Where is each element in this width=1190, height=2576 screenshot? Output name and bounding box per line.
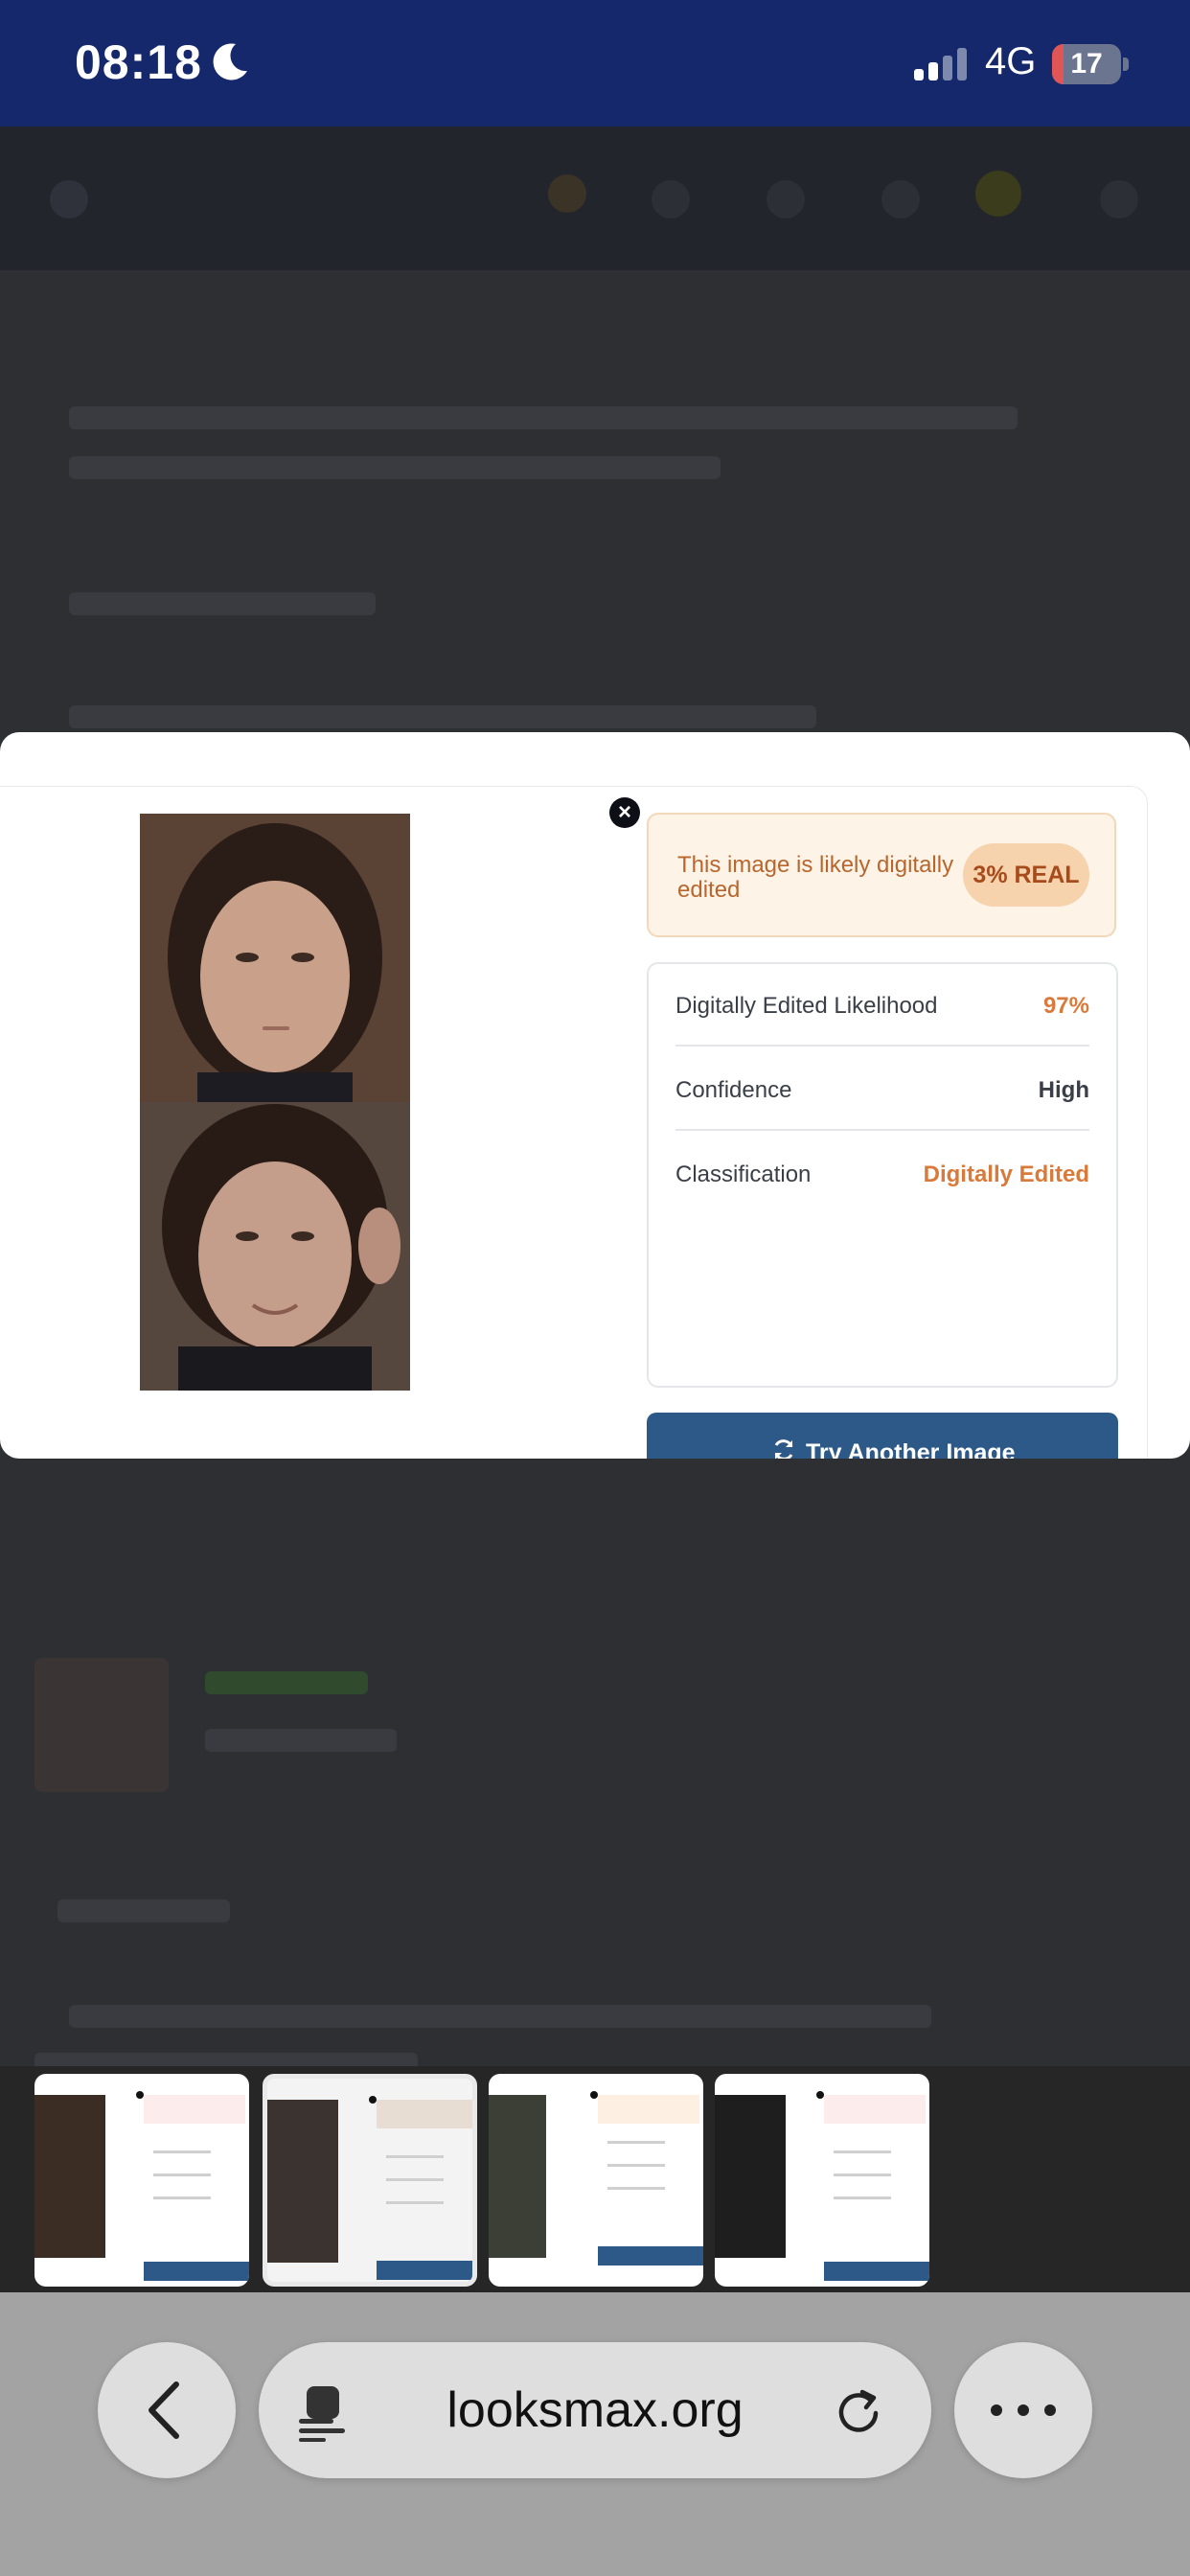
details-card: Digitally Edited Likelihood 97% Confiden… bbox=[647, 962, 1118, 1388]
detail-label: Confidence bbox=[675, 1077, 792, 1103]
detail-value: Digitally Edited bbox=[923, 1162, 1089, 1187]
thumbnail-4[interactable] bbox=[715, 2074, 929, 2287]
background-avatar bbox=[34, 1658, 169, 1792]
thumbnail-3[interactable] bbox=[489, 2074, 703, 2287]
battery-level: 17 bbox=[1070, 48, 1103, 80]
network-label: 4G bbox=[985, 40, 1037, 82]
refresh-icon bbox=[774, 1439, 793, 1459]
signal-icon bbox=[914, 48, 967, 80]
detail-row-classification: Classification Digitally Edited bbox=[675, 1133, 1089, 1215]
screenshot-thumbnail-strip bbox=[0, 2066, 1190, 2292]
portrait-photo-bottom bbox=[140, 1102, 410, 1391]
detail-label: Classification bbox=[675, 1162, 812, 1187]
url-text: looksmax.org bbox=[446, 2382, 744, 2438]
moon-icon bbox=[213, 43, 247, 80]
browser-toolbar: looksmax.org bbox=[0, 2292, 1190, 2576]
back-icon bbox=[149, 2381, 179, 2439]
reload-icon[interactable] bbox=[834, 2386, 883, 2436]
address-bar[interactable]: looksmax.org bbox=[259, 2342, 931, 2478]
verdict-card: This image is likely digitally edited 3%… bbox=[647, 813, 1116, 937]
status-bar: 08:18 4G 17 bbox=[0, 0, 1190, 126]
thumbnail-1[interactable] bbox=[34, 2074, 249, 2287]
try-another-label: Try Another Image bbox=[806, 1439, 1016, 1459]
battery-icon: 17 bbox=[1052, 44, 1129, 84]
detail-label: Digitally Edited Likelihood bbox=[675, 993, 938, 1019]
try-another-image-button[interactable]: Try Another Image bbox=[647, 1413, 1118, 1459]
thumbnail-2[interactable] bbox=[263, 2074, 477, 2287]
status-time: 08:18 bbox=[75, 35, 202, 89]
more-options-button[interactable] bbox=[954, 2342, 1092, 2478]
detail-value: 97% bbox=[1042, 993, 1089, 1019]
real-score-badge: 3% REAL bbox=[963, 843, 1089, 907]
verdict-text: This image is likely digitally edited bbox=[677, 852, 954, 903]
detail-value: High bbox=[1038, 1077, 1089, 1103]
uploaded-image-preview bbox=[140, 814, 410, 1391]
back-button[interactable] bbox=[98, 2342, 236, 2478]
detail-row-confidence: Confidence High bbox=[675, 1048, 1089, 1131]
detail-row-likelihood: Digitally Edited Likelihood 97% bbox=[675, 964, 1089, 1046]
analysis-modal: × This image is likely digitally edited … bbox=[0, 732, 1190, 1459]
more-icon bbox=[991, 2404, 1056, 2416]
portrait-photo-top bbox=[140, 814, 410, 1102]
close-button[interactable]: × bbox=[609, 797, 640, 828]
background-nav bbox=[0, 126, 1190, 270]
